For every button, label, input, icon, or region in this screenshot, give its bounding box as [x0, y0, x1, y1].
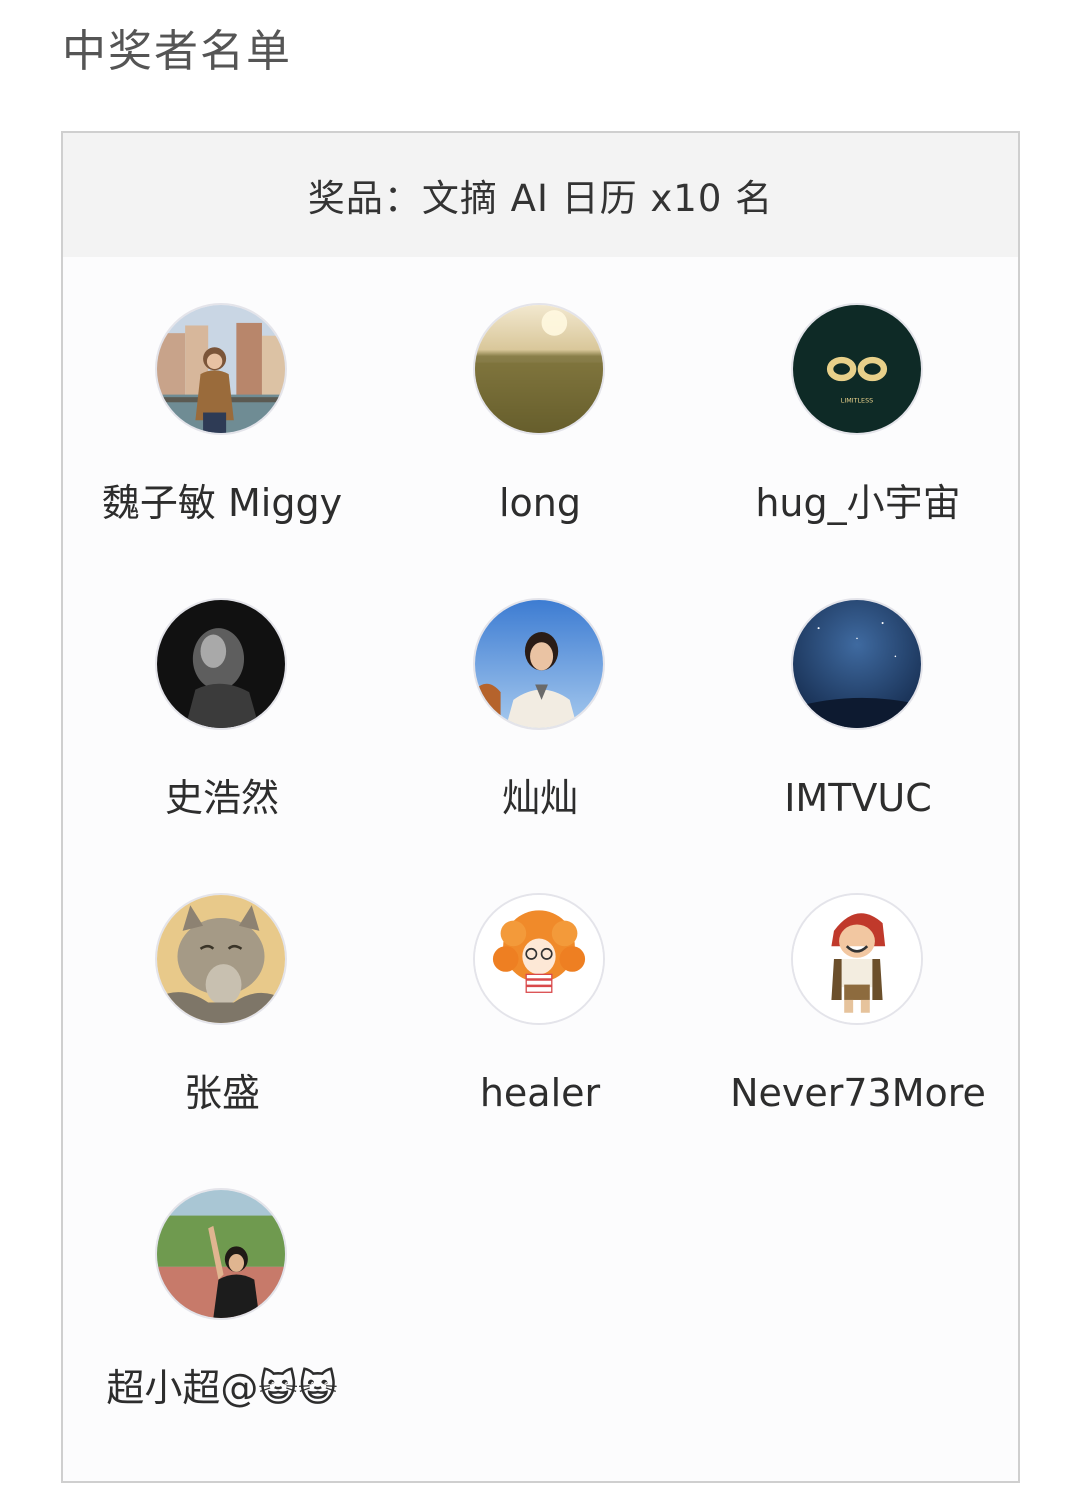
winner-card: long [381, 303, 699, 563]
photo-avatar-wheat-field[interactable] [473, 303, 605, 435]
photo-avatar-cat[interactable] [155, 893, 287, 1025]
winner-card: 史浩然 [63, 598, 381, 858]
photo-avatar-starry-sky[interactable] [791, 598, 923, 730]
photo-avatar-bw-portrait[interactable] [155, 598, 287, 730]
winner-card: 魏子敏 Miggy [63, 303, 381, 563]
winner-name: 灿灿 [501, 776, 578, 820]
photo-avatar-peace-sign[interactable] [155, 1188, 287, 1320]
cartoon-avatar-pirate[interactable] [791, 893, 923, 1025]
winner-card: healer [381, 893, 699, 1153]
logo-avatar-limitless[interactable]: LIMITLESS [791, 303, 923, 435]
prize-label: 奖品：文摘 AI 日历 x10 名 [307, 177, 774, 220]
winner-name: 超小超@😺😺 [106, 1366, 338, 1410]
winner-card: LIMITLESS hug_小宇宙 [699, 303, 1017, 563]
photo-avatar-venice[interactable] [155, 303, 287, 435]
page-title: 中奖者名单 [62, 26, 292, 77]
winner-card: IMTVUC [699, 598, 1017, 858]
winner-card: 灿灿 [381, 598, 699, 858]
winner-name: healer [479, 1071, 601, 1115]
winner-name: Never73More [730, 1071, 986, 1115]
winner-name: 魏子敏 Miggy [101, 481, 343, 525]
prize-banner: 奖品：文摘 AI 日历 x10 名 [63, 133, 1018, 257]
winner-name: IMTVUC [784, 776, 932, 820]
winner-card: 张盛 [63, 893, 381, 1153]
winner-card: Never73More [699, 893, 1017, 1153]
winners-card: 奖品：文摘 AI 日历 x10 名 魏子敏 Miggy long LIMITLE… [61, 131, 1020, 1483]
cartoon-avatar-curly-hair[interactable] [473, 893, 605, 1025]
winner-name: hug_小宇宙 [755, 481, 961, 525]
winner-card: 超小超@😺😺 [63, 1188, 381, 1448]
winner-name: long [498, 481, 581, 525]
photo-avatar-girl-sky[interactable] [473, 598, 605, 730]
logo-text: LIMITLESS [841, 396, 873, 404]
winner-name: 张盛 [183, 1071, 260, 1115]
winner-name: 史浩然 [164, 776, 279, 820]
